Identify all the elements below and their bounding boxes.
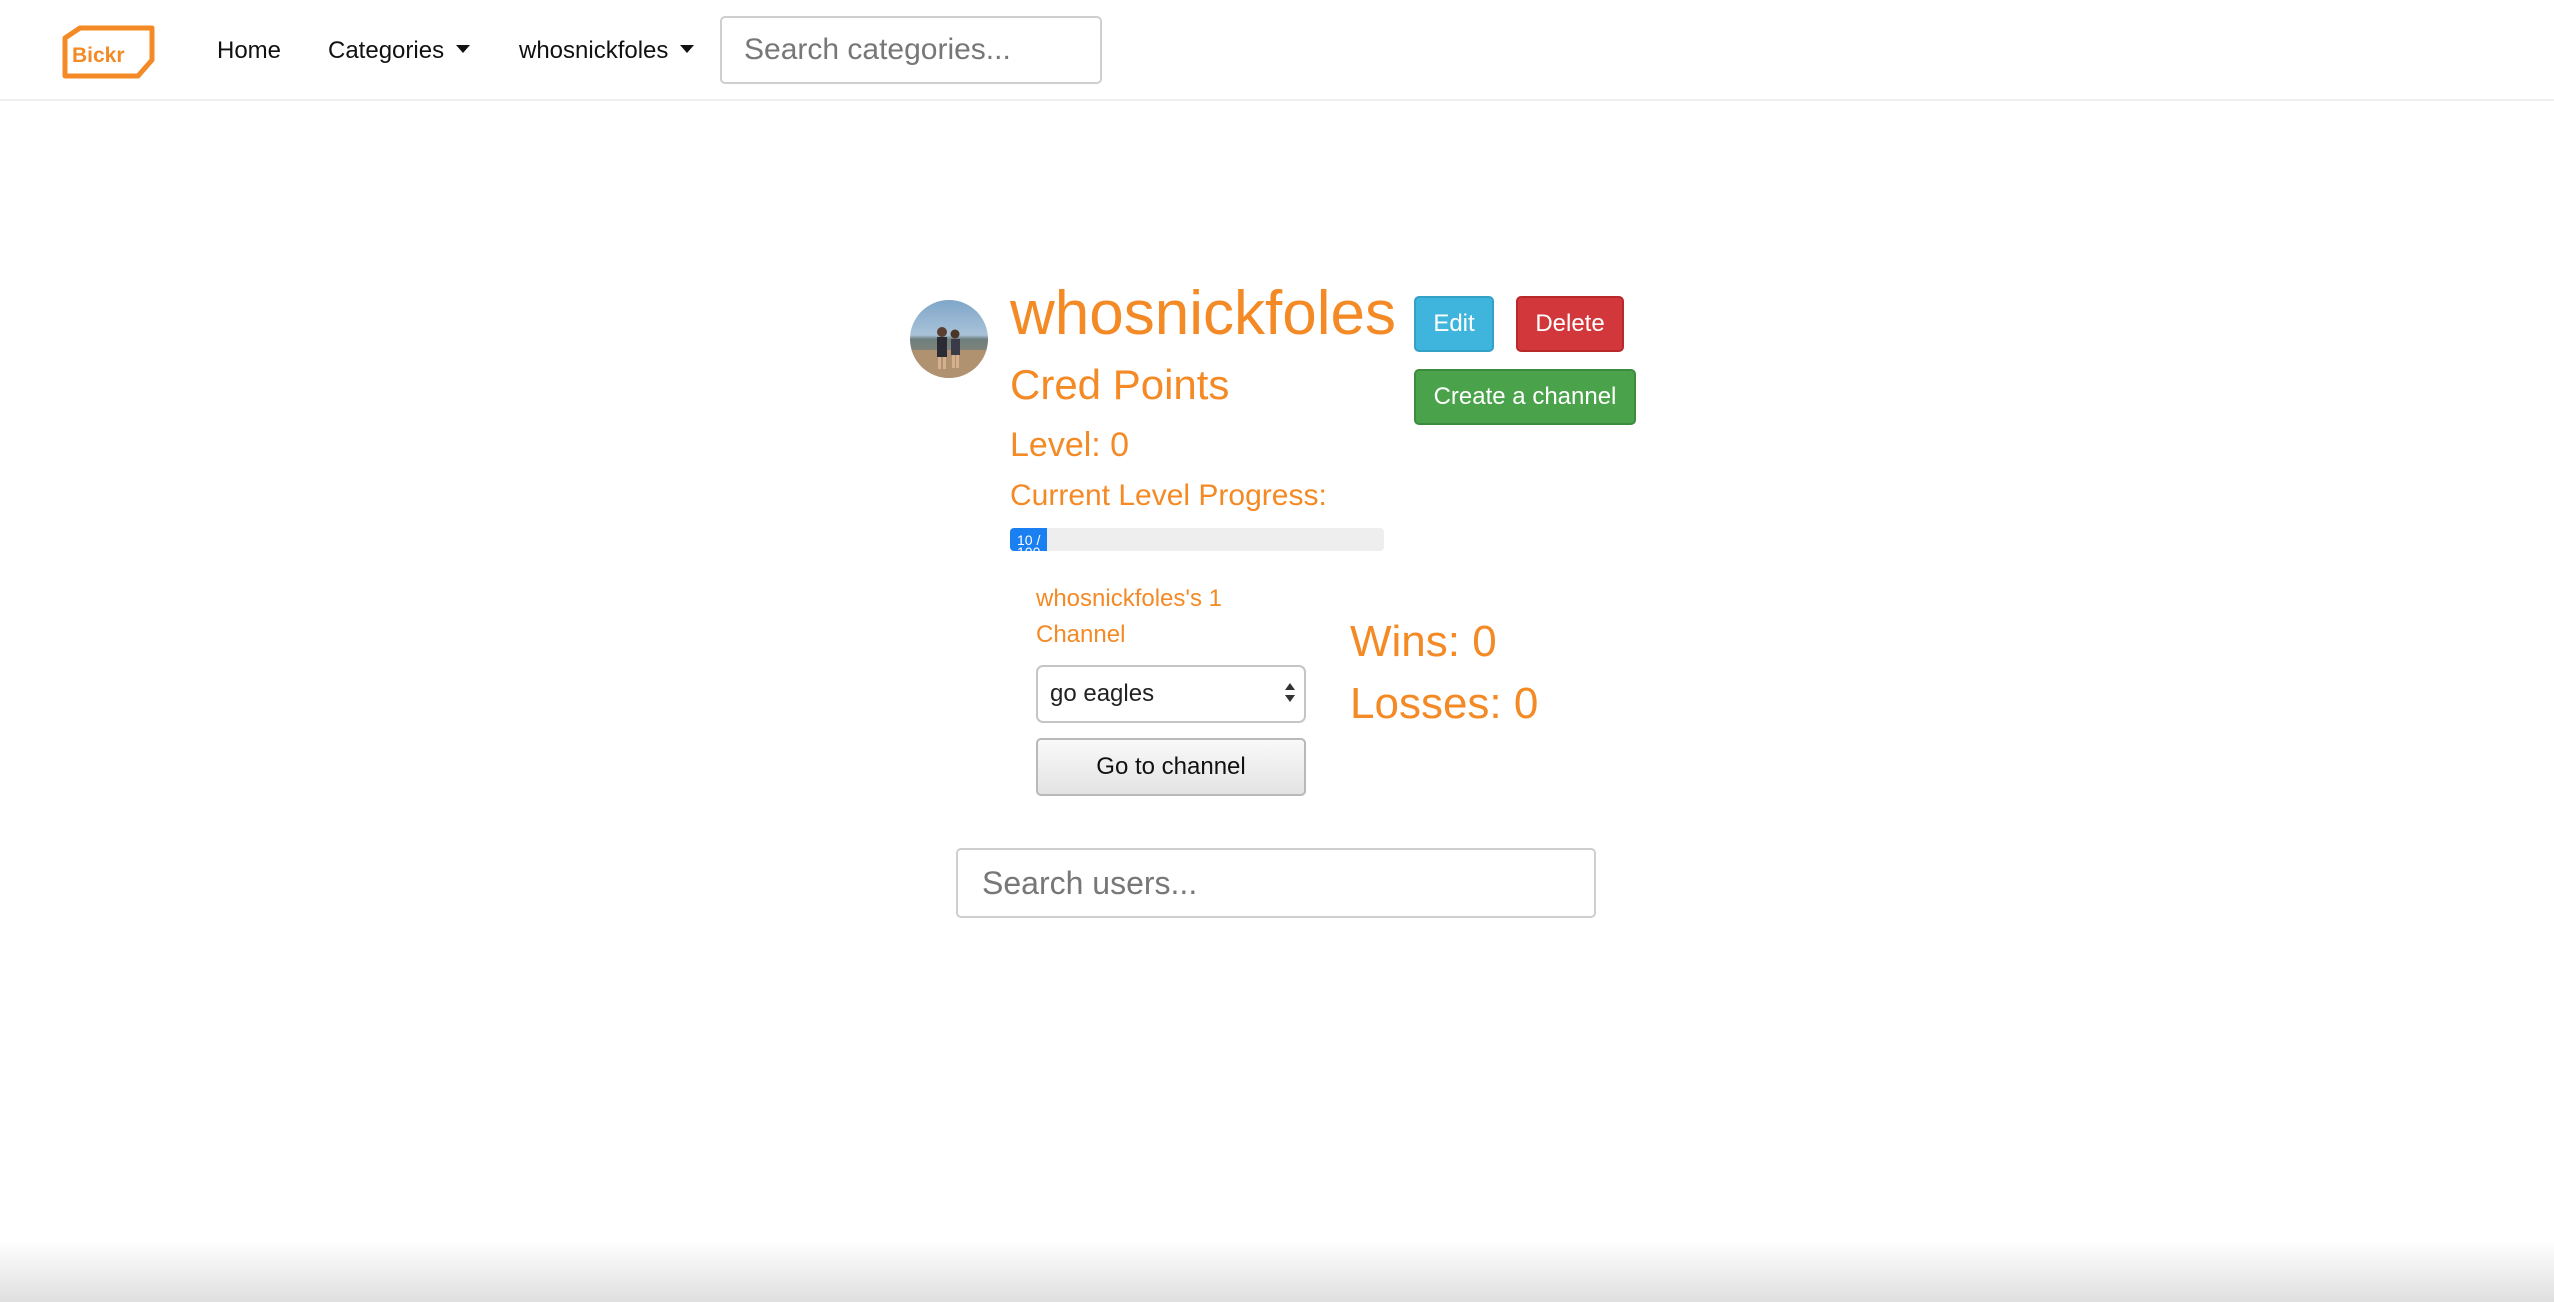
avatar [910, 300, 988, 378]
search-users-input[interactable] [956, 848, 1596, 918]
level-text: Level: 0 [1010, 426, 1130, 464]
channel-select-value: go eagles [1050, 680, 1155, 707]
profile-username: whosnickfoles [1010, 279, 1396, 348]
level-progress-fill: 10 / 100 [1010, 528, 1048, 551]
channels-count-label: whosnickfoles's 1 Channel [1036, 585, 1222, 648]
level-progress-bar: 10 / 100 [1010, 528, 1384, 551]
brand-logo[interactable]: Bickr [60, 24, 158, 80]
channel-select[interactable]: go eagles [1036, 665, 1306, 723]
logo-text: Bickr [72, 44, 125, 67]
nav-home-link[interactable]: Home [217, 36, 281, 66]
caret-down-icon [456, 44, 471, 53]
avatar-photo [910, 300, 988, 378]
cred-points-heading: Cred Points [1010, 361, 1230, 408]
losses-stat: Losses: 0 [1350, 679, 1539, 728]
edit-button[interactable]: Edit [1414, 296, 1494, 352]
search-categories-input[interactable] [720, 16, 1102, 84]
nav-categories-label: Categories [328, 37, 445, 64]
nav-user-dropdown[interactable]: whosnickfoles [519, 36, 695, 66]
wins-stat: Wins: 0 [1350, 617, 1497, 666]
go-to-channel-button[interactable]: Go to channel [1036, 738, 1306, 796]
create-channel-button[interactable]: Create a channel [1414, 369, 1636, 425]
select-arrows-icon [1285, 683, 1295, 705]
navbar: Bickr Home Categories whosnickfoles [0, 0, 2554, 101]
nav-categories-dropdown[interactable]: Categories [328, 36, 471, 66]
nav-user-label: whosnickfoles [519, 37, 669, 64]
progress-label: Current Level Progress: [1010, 479, 1327, 512]
caret-down-icon [680, 44, 695, 53]
bottom-shadow [0, 1240, 2554, 1302]
delete-button[interactable]: Delete [1516, 296, 1624, 352]
